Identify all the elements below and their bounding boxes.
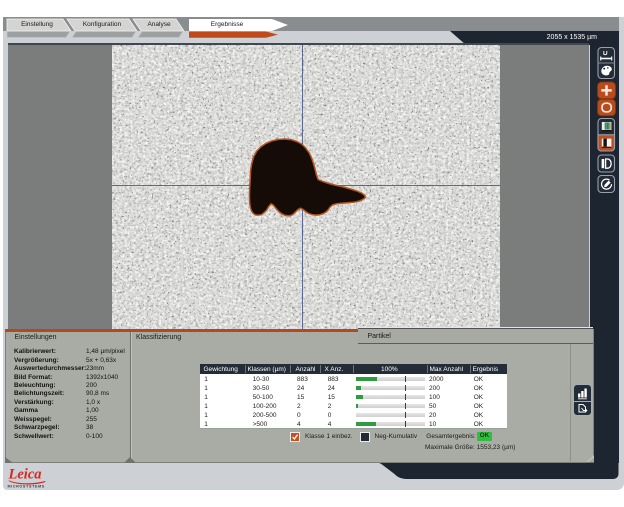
svg-text:Leica: Leica <box>8 467 42 483</box>
svg-text:MICROSYSTEMS: MICROSYSTEMS <box>8 484 45 488</box>
